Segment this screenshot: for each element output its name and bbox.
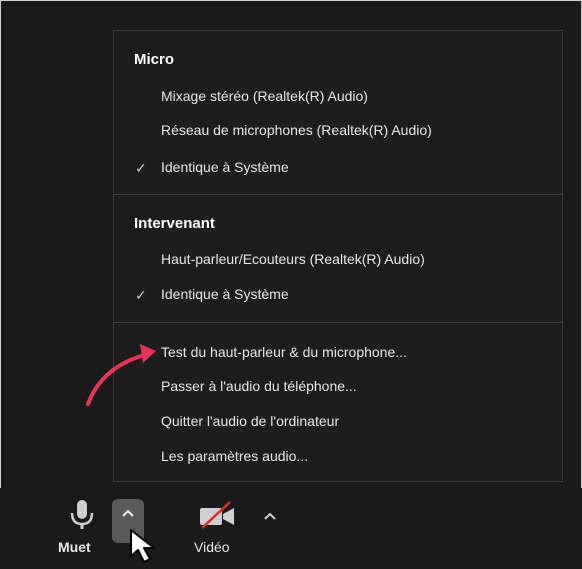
audio-settings-item[interactable]: Les paramètres audio...: [161, 448, 308, 464]
video-label: Vidéo: [194, 539, 230, 555]
speaker-option-headphones[interactable]: Haut-parleur/Ecouteurs (Realtek(R) Audio…: [161, 251, 425, 267]
mute-label: Muet: [58, 539, 91, 555]
switch-to-phone-audio-item[interactable]: Passer à l'audio du téléphone...: [161, 378, 357, 394]
chevron-up-icon: [122, 509, 134, 517]
micro-section-title: Micro: [134, 51, 175, 68]
chevron-up-icon: [264, 512, 276, 520]
video-button[interactable]: Vidéo: [188, 497, 248, 565]
mouse-cursor-icon: [130, 529, 155, 563]
audio-options-menu: Micro Mixage stéréo (Realtek(R) Audio) R…: [113, 30, 563, 482]
micro-option-stereo-mix[interactable]: Mixage stéréo (Realtek(R) Audio): [161, 88, 368, 104]
speaker-option-same-as-system[interactable]: Identique à Système: [161, 286, 289, 302]
microphone-icon: [70, 500, 94, 529]
speaker-section-title: Intervenant: [134, 215, 215, 232]
video-options-caret-button[interactable]: [258, 504, 282, 528]
micro-option-mic-array[interactable]: Réseau de microphones (Realtek(R) Audio): [161, 122, 432, 138]
test-speaker-mic-item[interactable]: Test du haut-parleur & du microphone...: [161, 344, 407, 360]
menu-divider: [114, 322, 562, 323]
annotation-arrow-icon: [86, 344, 156, 406]
leave-computer-audio-item[interactable]: Quitter l'audio de l'ordinateur: [161, 413, 339, 429]
video-off-icon: [200, 501, 234, 529]
checkmark-icon: ✓: [135, 287, 147, 303]
checkmark-icon: ✓: [135, 160, 147, 176]
mute-button[interactable]: Muet: [58, 497, 108, 565]
menu-divider: [114, 194, 562, 195]
micro-option-same-as-system[interactable]: Identique à Système: [161, 159, 289, 175]
